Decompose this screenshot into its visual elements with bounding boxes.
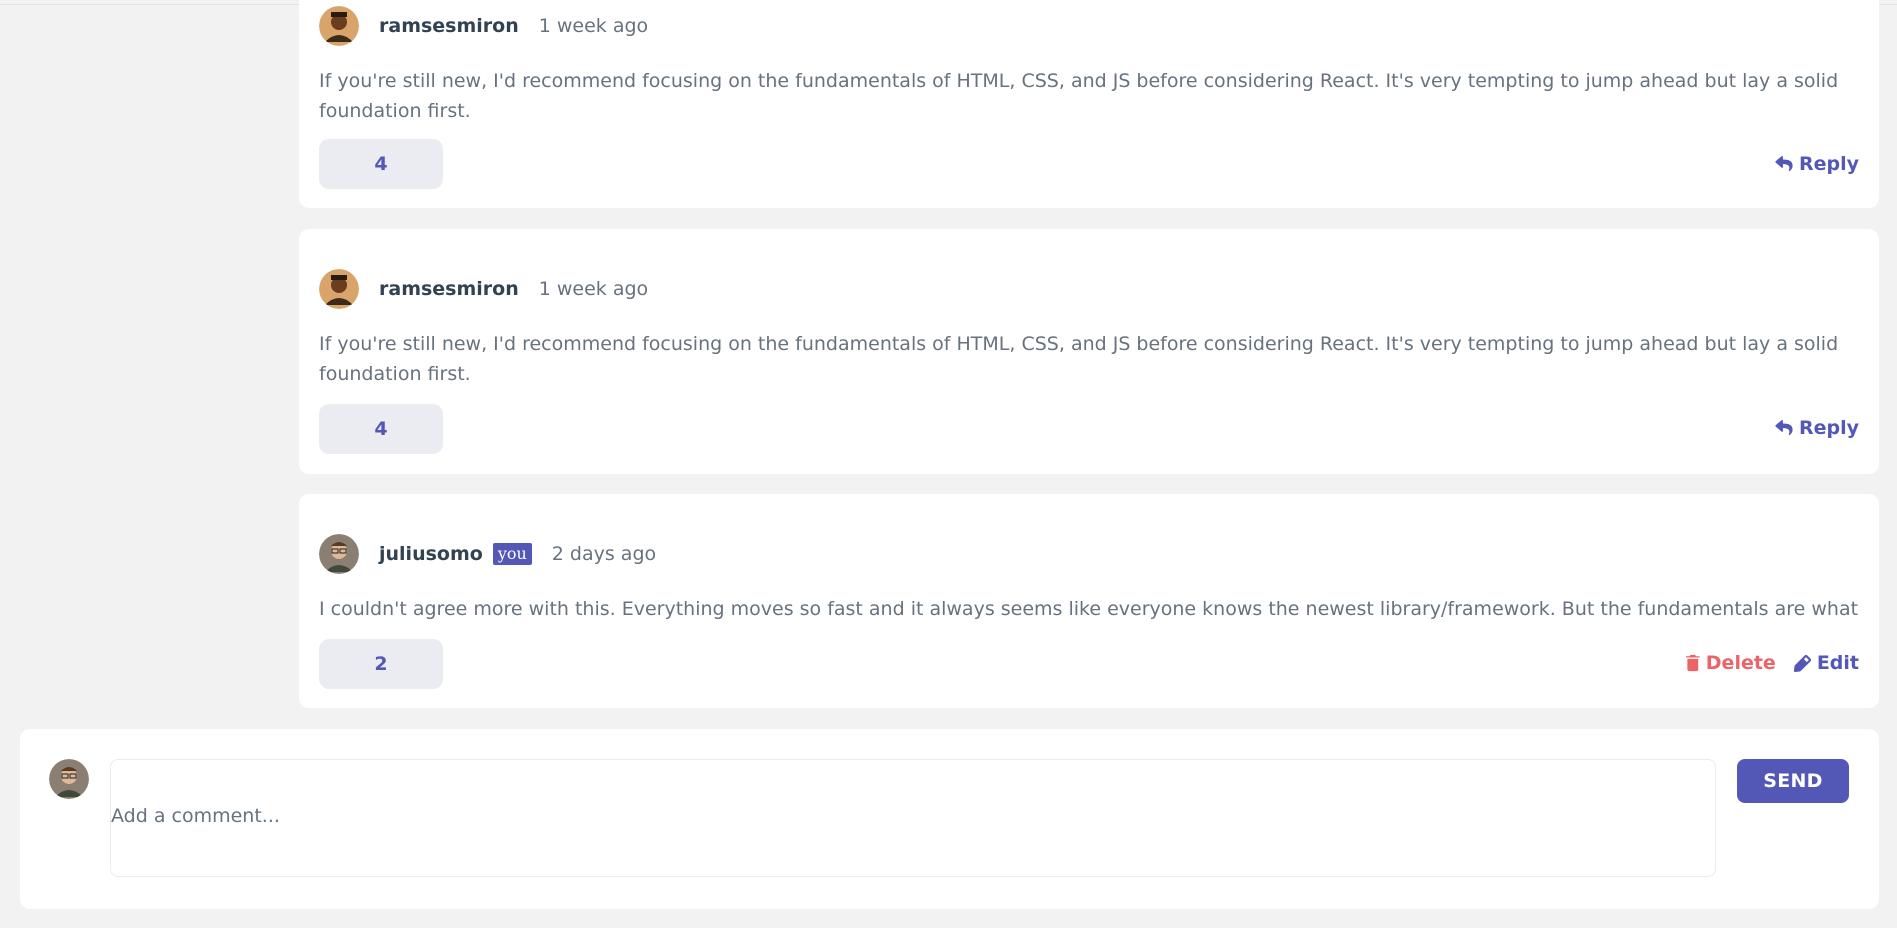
- you-badge: you: [492, 543, 532, 565]
- comment-text: I couldn't agree more with this. Everyth…: [319, 598, 1859, 620]
- score-counter[interactable]: 4: [319, 404, 443, 454]
- reply-label: Reply: [1798, 417, 1859, 439]
- comment-actions: Reply: [1775, 153, 1859, 175]
- comment-input[interactable]: Add a comment...: [110, 759, 1716, 877]
- comment-header: juliusomo you 2 days ago: [319, 534, 656, 574]
- reply-icon: [1775, 420, 1793, 436]
- delete-label: Delete: [1705, 652, 1776, 674]
- comment-card: juliusomo you 2 days ago I couldn't agre…: [299, 494, 1879, 708]
- reply-button[interactable]: Reply: [1775, 153, 1859, 175]
- send-button[interactable]: SEND: [1737, 759, 1849, 803]
- comment-card: ramsesmiron 1 week ago If you're still n…: [299, 229, 1879, 474]
- score-counter[interactable]: 4: [319, 139, 443, 189]
- edit-label: Edit: [1816, 652, 1859, 674]
- comment-actions: Delete Edit: [1685, 652, 1859, 674]
- pencil-icon: [1793, 654, 1811, 672]
- reply-icon: [1775, 156, 1793, 172]
- comment-header: ramsesmiron 1 week ago: [319, 269, 648, 309]
- avatar: [319, 6, 359, 46]
- avatar: [319, 534, 359, 574]
- comment-text: If you're still new, I'd recommend focus…: [319, 70, 1839, 122]
- comment-card: ramsesmiron 1 week ago If you're still n…: [299, 0, 1879, 208]
- timestamp: 1 week ago: [538, 15, 649, 37]
- edit-button[interactable]: Edit: [1793, 652, 1859, 674]
- username[interactable]: ramsesmiron: [379, 278, 519, 300]
- username[interactable]: ramsesmiron: [379, 15, 519, 37]
- comment-header: ramsesmiron 1 week ago: [319, 6, 648, 46]
- current-user-avatar: [49, 759, 89, 799]
- avatar: [319, 269, 359, 309]
- reply-label: Reply: [1798, 153, 1859, 175]
- score-counter[interactable]: 2: [319, 639, 443, 689]
- timestamp: 2 days ago: [551, 543, 657, 565]
- comment-composer: Add a comment... SEND: [20, 729, 1879, 909]
- username[interactable]: juliusomo: [379, 543, 483, 565]
- comment-actions: Reply: [1775, 417, 1859, 439]
- delete-button[interactable]: Delete: [1685, 652, 1776, 674]
- comment-input-placeholder: Add a comment...: [111, 805, 280, 827]
- trash-icon: [1685, 654, 1700, 672]
- timestamp: 1 week ago: [538, 278, 649, 300]
- reply-button[interactable]: Reply: [1775, 417, 1859, 439]
- comment-text: If you're still new, I'd recommend focus…: [319, 333, 1839, 385]
